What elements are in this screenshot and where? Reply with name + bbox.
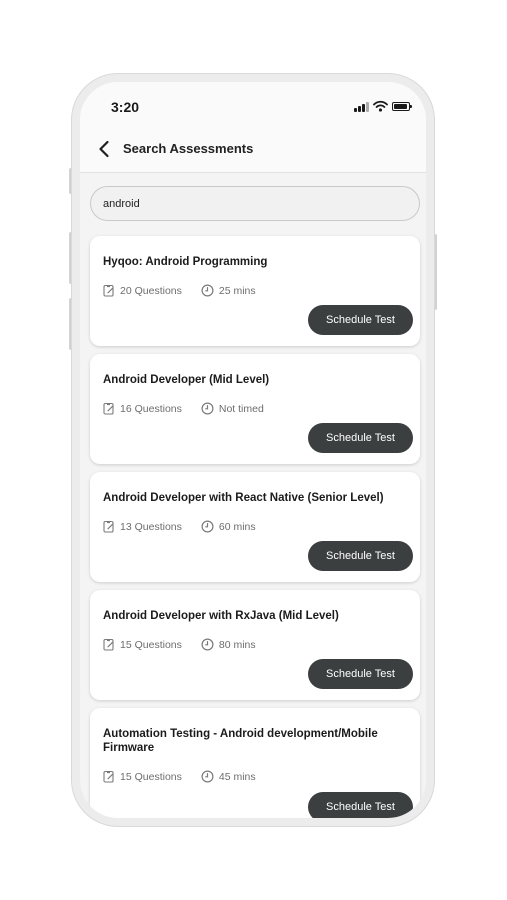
clock-icon xyxy=(201,770,214,783)
assessment-meta: 13 Questions 60 mins xyxy=(103,520,256,533)
status-time: 3:20 xyxy=(111,99,140,115)
clock-icon xyxy=(201,402,214,415)
chevron-left-icon xyxy=(99,140,109,158)
phone-frame: 3:20 Search Assessments android Hyqoo: A… xyxy=(72,74,434,826)
duration: 80 mins xyxy=(218,638,256,651)
assessment-title: Android Developer (Mid Level) xyxy=(103,374,270,386)
assessment-title: Android Developer with RxJava (Mid Level… xyxy=(103,610,339,622)
battery-icon xyxy=(392,102,412,111)
schedule-test-button[interactable]: Schedule Test xyxy=(308,792,413,818)
question-count: 20 Questions xyxy=(120,284,182,297)
question-count: 16 Questions xyxy=(120,402,182,415)
clipboard-icon xyxy=(103,284,114,297)
question-count: 13 Questions xyxy=(120,520,182,533)
assessment-card[interactable]: Android Developer (Mid Level) 16 Questio… xyxy=(90,354,420,464)
assessment-title: Android Developer with React Native (Sen… xyxy=(103,492,384,504)
assessment-meta: 16 Questions Not timed xyxy=(103,402,264,415)
app-header: Search Assessments xyxy=(80,126,426,173)
assessment-meta: 15 Questions 45 mins xyxy=(103,770,256,783)
clock-icon xyxy=(201,638,214,651)
clipboard-icon xyxy=(103,770,114,783)
schedule-test-button[interactable]: Schedule Test xyxy=(308,423,413,453)
assessment-meta: 20 Questions 25 mins xyxy=(103,284,256,297)
assessment-card[interactable]: Hyqoo: Android Programming 20 Questions … xyxy=(90,236,420,346)
question-count: 15 Questions xyxy=(120,638,182,651)
clock-icon xyxy=(201,520,214,533)
app-screen: 3:20 Search Assessments android Hyqoo: A… xyxy=(80,82,426,818)
wifi-icon xyxy=(373,100,388,112)
status-bar: 3:20 xyxy=(80,82,426,126)
clipboard-icon xyxy=(103,402,114,415)
assessment-card[interactable]: Android Developer with RxJava (Mid Level… xyxy=(90,590,420,700)
duration: Not timed xyxy=(218,402,264,415)
assessment-meta: 15 Questions 80 mins xyxy=(103,638,256,651)
page-title: Search Assessments xyxy=(123,141,254,156)
question-count: 15 Questions xyxy=(120,770,182,783)
home-indicator xyxy=(202,821,324,825)
back-button[interactable] xyxy=(92,136,116,162)
search-input-value: android xyxy=(103,197,140,210)
clipboard-icon xyxy=(103,638,114,651)
assessment-title: Hyqoo: Android Programming xyxy=(103,256,268,268)
clipboard-icon xyxy=(103,520,114,533)
clock-icon xyxy=(201,284,214,297)
cellular-signal-icon xyxy=(354,102,370,112)
duration: 25 mins xyxy=(218,284,256,297)
assessment-title: Automation Testing - Android development… xyxy=(103,728,378,754)
duration: 60 mins xyxy=(218,520,256,533)
schedule-test-button[interactable]: Schedule Test xyxy=(308,541,413,571)
assessment-card[interactable]: Android Developer with React Native (Sen… xyxy=(90,472,420,582)
assessment-card[interactable]: Automation Testing - Android development… xyxy=(90,708,420,818)
schedule-test-button[interactable]: Schedule Test xyxy=(308,659,413,689)
duration: 45 mins xyxy=(218,770,256,783)
search-input[interactable]: android xyxy=(90,186,420,221)
schedule-test-button[interactable]: Schedule Test xyxy=(308,305,413,335)
